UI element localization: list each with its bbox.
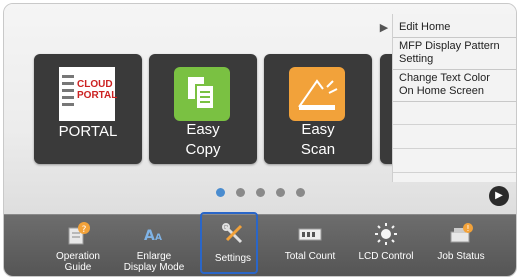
menu-item-text-color[interactable]: Change Text Color On Home Screen (393, 70, 516, 102)
tile-cloud-portal[interactable]: CLOUD PORTAL CLOUD PORTAL (34, 54, 142, 164)
page-dot-5[interactable] (296, 188, 305, 197)
tile-label: Easy Scan (264, 120, 372, 160)
bottom-bar-label-line2: Display Mode (123, 262, 185, 273)
bottom-bar-label-line2: Guide (64, 262, 92, 273)
tile-label-line2: Scan (300, 141, 336, 158)
menu-item-label-line1: Change Text Color (399, 72, 490, 84)
menu-item-label-line2: On Home Screen (399, 85, 484, 97)
menu-item-label-line1: MFP Display Pattern (399, 40, 500, 52)
cloud-icon-text-line1: CLOUD (77, 79, 113, 90)
menu-item-display-pattern[interactable]: MFP Display Pattern Setting (393, 38, 516, 70)
mfp-home-screen: CLOUD PORTAL CLOUD PORTAL Easy Copy Easy… (3, 3, 517, 277)
job-status-button[interactable]: ! Job Status (426, 215, 496, 276)
total-count-button[interactable]: Total Count (275, 215, 345, 276)
easy-scan-icon (289, 67, 345, 121)
menu-divider (393, 148, 516, 149)
tile-label-line1: Easy (186, 121, 220, 138)
page-dot-3[interactable] (256, 188, 265, 197)
easy-copy-icon (174, 67, 230, 121)
cloud-icon-text-line2: PORTAL (77, 90, 118, 101)
bottom-shortcut-bar: ? Operation Guide A A Enlarge Display Mo… (4, 214, 516, 276)
svg-text:!: ! (466, 224, 469, 233)
tile-label: Easy Copy (149, 120, 257, 160)
page-dot-2[interactable] (236, 188, 245, 197)
tile-label: CLOUD PORTAL (58, 103, 118, 140)
tile-label-line1: Easy (301, 121, 335, 138)
svg-text:?: ? (82, 225, 87, 235)
enlarge-display-icon: A A (142, 222, 166, 246)
job-status-icon: ! (449, 222, 473, 246)
home-edit-menu: Edit Home MFP Display Pattern Setting Ch… (392, 14, 516, 182)
total-count-icon (298, 222, 322, 246)
operation-guide-button[interactable]: ? Operation Guide (43, 215, 113, 276)
operation-guide-icon: ? (66, 222, 90, 246)
tile-easy-copy[interactable]: Easy Copy (149, 54, 257, 164)
settings-highlight-frame (200, 212, 258, 274)
lcd-control-button[interactable]: LCD Control (351, 215, 421, 276)
bottom-bar-label: Job Status (437, 251, 485, 262)
menu-divider (393, 124, 516, 125)
next-page-button[interactable]: ▶ (489, 186, 509, 206)
menu-item-edit-home[interactable]: Edit Home (393, 18, 516, 38)
menu-divider (393, 172, 516, 173)
bottom-bar-label: Total Count (284, 251, 336, 262)
bottom-bar-label: Enlarge Display Mode (119, 251, 189, 273)
bottom-bar-label-line1: Enlarge (136, 251, 172, 262)
tile-label-line2: Copy (185, 141, 221, 158)
svg-text:A: A (155, 233, 162, 243)
bottom-bar-label: LCD Control (358, 251, 414, 262)
svg-text:A: A (144, 228, 155, 244)
tile-easy-scan[interactable]: Easy Scan (264, 54, 372, 164)
bottom-bar-label: Operation Guide (43, 251, 113, 273)
menu-toggle-icon[interactable]: ▶ (376, 20, 392, 36)
page-dot-4[interactable] (276, 188, 285, 197)
enlarge-display-mode-button[interactable]: A A Enlarge Display Mode (119, 215, 189, 276)
page-dot-1[interactable] (216, 188, 225, 197)
home-area: CLOUD PORTAL CLOUD PORTAL Easy Copy Easy… (4, 4, 516, 214)
lcd-control-icon (374, 222, 398, 246)
menu-item-label-line2: Setting (399, 53, 434, 65)
bottom-bar-label-line1: Operation (56, 251, 100, 262)
